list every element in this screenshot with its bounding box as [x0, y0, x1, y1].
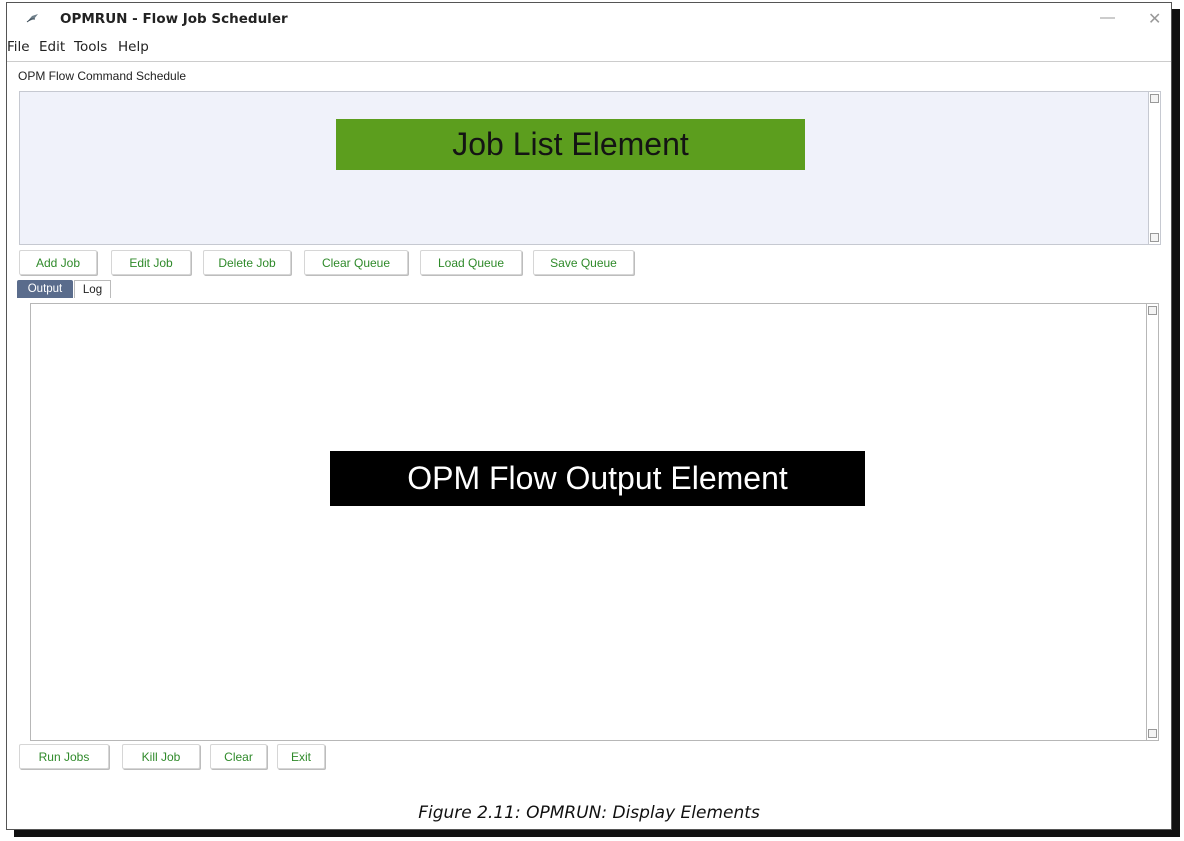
tab-output[interactable]: Output — [17, 280, 73, 298]
menu-help[interactable]: Help — [118, 39, 149, 55]
save-queue-button[interactable]: Save Queue — [533, 250, 634, 275]
output-scrollbar[interactable] — [1146, 304, 1158, 740]
window-title: OPMRUN - Flow Job Scheduler — [60, 11, 288, 27]
delete-job-button[interactable]: Delete Job — [203, 250, 291, 275]
minimize-button[interactable]: — — [1100, 9, 1115, 26]
kill-job-button[interactable]: Kill Job — [122, 744, 200, 769]
job-list-scrollbar[interactable] — [1148, 92, 1160, 244]
scroll-down-arrow-icon[interactable] — [1148, 729, 1157, 738]
clear-button[interactable]: Clear — [210, 744, 267, 769]
load-queue-button[interactable]: Load Queue — [420, 250, 522, 275]
job-list-banner: Job List Element — [336, 119, 805, 170]
output-panel[interactable]: OPM Flow Output Element — [30, 303, 1159, 741]
run-jobs-button[interactable]: Run Jobs — [19, 744, 109, 769]
menu-file[interactable]: File — [7, 39, 30, 55]
figure-caption: Figure 2.11: OPMRUN: Display Elements — [418, 803, 760, 823]
close-button[interactable]: ✕ — [1148, 9, 1161, 29]
app-logo-icon — [26, 14, 38, 23]
tab-log[interactable]: Log — [74, 280, 111, 298]
edit-job-button[interactable]: Edit Job — [111, 250, 191, 275]
output-banner: OPM Flow Output Element — [330, 451, 865, 506]
clear-queue-button[interactable]: Clear Queue — [304, 250, 408, 275]
menu-edit[interactable]: Edit — [39, 39, 65, 55]
job-list-label: OPM Flow Command Schedule — [18, 69, 187, 83]
menu-tools[interactable]: Tools — [74, 39, 107, 55]
title-bar: OPMRUN - Flow Job Scheduler — ✕ — [7, 3, 1171, 35]
app-window: OPMRUN - Flow Job Scheduler — ✕ File Edi… — [6, 2, 1172, 830]
menu-separator — [7, 61, 1171, 62]
exit-button[interactable]: Exit — [277, 744, 325, 769]
scroll-down-arrow-icon[interactable] — [1150, 233, 1159, 242]
add-job-button[interactable]: Add Job — [19, 250, 97, 275]
scroll-up-arrow-icon[interactable] — [1148, 306, 1157, 315]
scroll-up-arrow-icon[interactable] — [1150, 94, 1159, 103]
job-list-panel[interactable]: Job List Element — [19, 91, 1161, 245]
